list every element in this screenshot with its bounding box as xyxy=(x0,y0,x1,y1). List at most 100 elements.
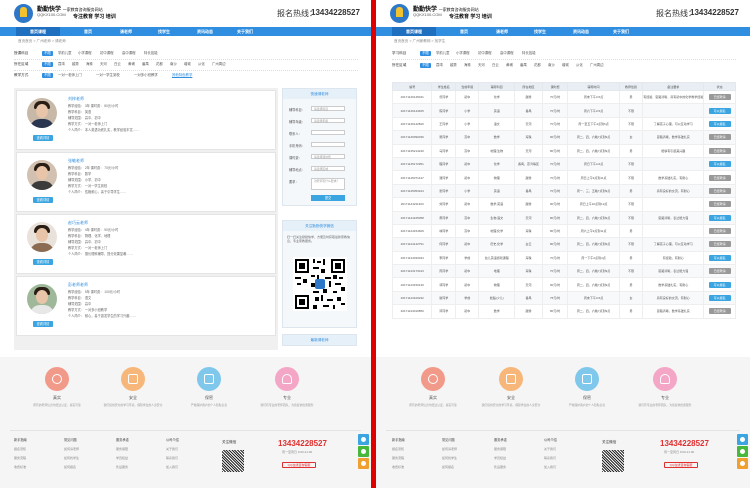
filter-option[interactable]: 南沙 xyxy=(168,62,179,67)
nav-find-student[interactable]: 找学生 xyxy=(526,27,554,36)
status-button[interactable]: 已经聘请 xyxy=(708,94,731,101)
filter-option[interactable]: 学前儿童 xyxy=(434,51,452,56)
filter-option[interactable]: 越秀 xyxy=(70,62,81,67)
filter-option[interactable]: 花都 xyxy=(532,63,543,68)
status-button[interactable]: 可以报名 xyxy=(708,254,731,261)
nav-home[interactable]: 首页 xyxy=(74,27,102,36)
filter-option[interactable]: 黄埔 xyxy=(504,63,515,68)
phone-input[interactable] xyxy=(311,142,345,147)
status-button[interactable]: 已经聘请 xyxy=(708,308,731,315)
status-button[interactable]: 可以报名 xyxy=(708,214,731,221)
filter-option[interactable]: 不限 xyxy=(42,51,53,56)
nav-news[interactable]: 资讯动态 xyxy=(190,27,220,36)
filter-option[interactable]: 特长技能 xyxy=(142,51,160,56)
filter-option[interactable]: 小学课程 xyxy=(454,51,472,56)
filter-option[interactable]: 天河 xyxy=(98,62,109,67)
detail-button[interactable]: 查看详情 xyxy=(33,321,53,327)
status-button[interactable]: 已经聘请 xyxy=(708,201,731,208)
submit-button[interactable]: 提交 xyxy=(311,195,345,201)
nav-news[interactable]: 资讯动态 xyxy=(566,27,596,36)
filter-option[interactable]: 海珠 xyxy=(84,62,95,67)
qq-float-icon[interactable] xyxy=(358,434,369,445)
detail-button[interactable]: 查看详情 xyxy=(33,135,53,141)
nav-course[interactable]: 首页课程 xyxy=(16,27,60,36)
detail-button[interactable]: 查看详情 xyxy=(33,197,53,203)
filter-option[interactable]: 花都 xyxy=(154,62,165,67)
filter-option[interactable]: 初中课程 xyxy=(476,51,494,56)
filter-option[interactable]: 其他特色教学 xyxy=(170,73,194,78)
status-button[interactable]: 可以报名 xyxy=(708,295,731,302)
filter-option[interactable]: 从化 xyxy=(574,63,585,68)
grade-select[interactable]: 请选择年级 xyxy=(311,118,345,123)
filter-option[interactable]: 黄埔 xyxy=(126,62,137,67)
filter-option[interactable]: 白云 xyxy=(490,63,501,68)
filter-option[interactable]: 番禺 xyxy=(518,63,529,68)
filter-option[interactable]: 荔湾 xyxy=(434,63,445,68)
nav-about[interactable]: 关于我们 xyxy=(606,27,636,36)
filter-option[interactable]: 南沙 xyxy=(546,63,557,68)
nav-find-teacher[interactable]: 请老师 xyxy=(112,27,140,36)
logo-icon[interactable] xyxy=(390,4,409,23)
status-button[interactable]: 已经聘请 xyxy=(708,241,731,248)
latest-title[interactable]: 最新请老师 xyxy=(283,335,356,345)
status-button[interactable]: 已经聘请 xyxy=(708,187,731,194)
status-button[interactable]: 已经聘请 xyxy=(708,174,731,181)
filter-option[interactable]: 高中课程 xyxy=(120,51,138,56)
nav-find-teacher[interactable]: 请老师 xyxy=(488,27,516,36)
filter-option[interactable]: 一对多小班教学 xyxy=(132,73,160,78)
filter-option[interactable]: 广州周边 xyxy=(210,62,228,67)
filter-option[interactable]: 天河 xyxy=(476,63,487,68)
filter-option[interactable]: 不限 xyxy=(420,51,431,56)
qq-consult-button[interactable]: QQ在线咨询客服 xyxy=(664,462,698,468)
filter-option[interactable]: 越秀 xyxy=(448,63,459,68)
nav-about[interactable]: 关于我们 xyxy=(230,27,260,36)
status-button[interactable]: 可以报名 xyxy=(708,120,731,127)
status-button[interactable]: 已经聘请 xyxy=(708,228,731,235)
filter-option[interactable]: 广州周边 xyxy=(588,63,606,68)
screen-divider xyxy=(371,0,376,488)
contact-input[interactable] xyxy=(311,130,345,135)
filter-option[interactable]: 特长技能 xyxy=(520,51,538,56)
status-button[interactable]: 已经聘请 xyxy=(708,134,731,141)
teacher-name[interactable]: 刘梓老师 xyxy=(68,96,84,102)
nav-course[interactable]: 首页课程 xyxy=(392,27,436,36)
filter-option[interactable]: 学前儿童 xyxy=(56,51,74,56)
status-button[interactable]: 可以报名 xyxy=(708,107,731,114)
requirement-textarea[interactable]: 对老师有什么要求？ xyxy=(311,178,345,190)
filter-option[interactable]: 海珠 xyxy=(462,63,473,68)
nav-find-student[interactable]: 找学生 xyxy=(150,27,178,36)
status-button[interactable]: 已经聘请 xyxy=(708,268,731,275)
status-button[interactable]: 已经聘请 xyxy=(708,147,731,154)
status-button[interactable]: 可以报名 xyxy=(708,161,731,168)
filter-option[interactable]: 小学课程 xyxy=(76,51,94,56)
phone-float-icon[interactable] xyxy=(737,458,748,469)
wechat-float-icon[interactable] xyxy=(737,446,748,457)
filter-option[interactable]: 不限 xyxy=(42,73,53,78)
detail-button[interactable]: 查看详情 xyxy=(33,259,53,265)
filter-option[interactable]: 高中课程 xyxy=(498,51,516,56)
filter-option[interactable]: 番禺 xyxy=(140,62,151,67)
fee-select[interactable]: 请选择课时费 xyxy=(311,154,345,159)
filter-option[interactable]: 一对一学生到校 xyxy=(94,73,122,78)
qq-consult-button[interactable]: QQ在线咨询客服 xyxy=(282,462,316,468)
teacher-name[interactable]: 张敏老师 xyxy=(68,158,84,164)
filter-option[interactable]: 不限 xyxy=(42,62,53,67)
location-select[interactable]: 请选择区域 xyxy=(311,166,345,171)
teacher-name[interactable]: 赵巧云老师 xyxy=(68,220,88,226)
filter-option[interactable]: 增城 xyxy=(182,62,193,67)
wechat-float-icon[interactable] xyxy=(358,446,369,457)
status-button[interactable]: 可以报名 xyxy=(708,281,731,288)
qq-float-icon[interactable] xyxy=(737,434,748,445)
filter-option[interactable]: 不限 xyxy=(420,63,431,68)
filter-option[interactable]: 荔湾 xyxy=(56,62,67,67)
nav-home[interactable]: 首页 xyxy=(450,27,478,36)
filter-option[interactable]: 增城 xyxy=(560,63,571,68)
logo-icon[interactable] xyxy=(14,4,33,23)
subject-select[interactable]: 请选择科目 xyxy=(311,106,345,111)
filter-option[interactable]: 初中课程 xyxy=(98,51,116,56)
filter-option[interactable]: 从化 xyxy=(196,62,207,67)
filter-option[interactable]: 一对一老师上门 xyxy=(56,73,84,78)
phone-float-icon[interactable] xyxy=(358,458,369,469)
filter-option[interactable]: 白云 xyxy=(112,62,123,67)
teacher-name[interactable]: 彭老师老师 xyxy=(68,282,88,288)
